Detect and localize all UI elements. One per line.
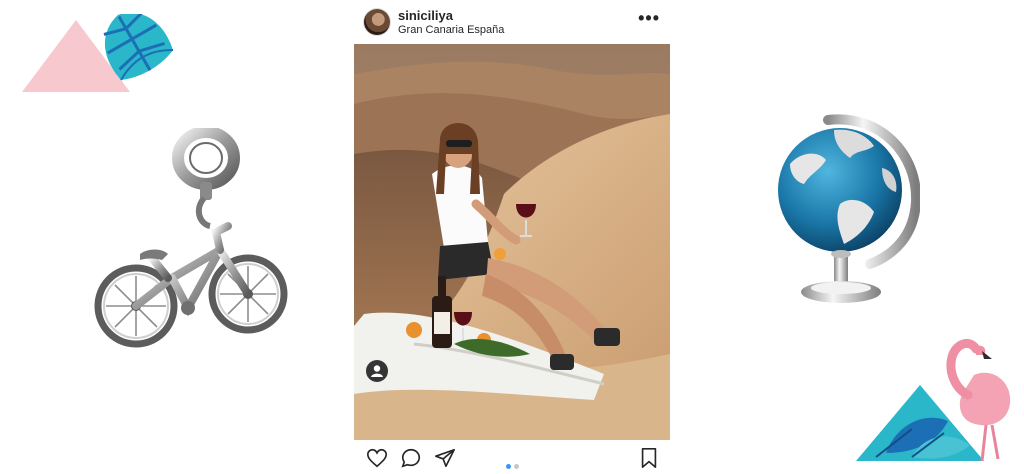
instagram-post: siniciliya Gran Canaria España ••• [354, 0, 670, 469]
bookmark-icon[interactable] [638, 447, 660, 469]
comment-icon[interactable] [400, 447, 422, 469]
user-tag-icon[interactable] [366, 360, 388, 382]
bicycle-charm-image [94, 128, 288, 348]
more-options-icon[interactable]: ••• [638, 8, 660, 29]
globe-charm-image [778, 114, 920, 303]
user-avatar[interactable] [364, 9, 390, 35]
paper-plane-icon[interactable] [434, 447, 456, 469]
post-action-bar [354, 440, 670, 469]
triangle-leaf-decoration [22, 14, 173, 92]
carousel-indicator [504, 456, 520, 474]
flamingo-leaf-decoration [856, 338, 1011, 462]
heart-icon[interactable] [366, 447, 388, 469]
post-username[interactable]: siniciliya [398, 8, 453, 23]
post-photo[interactable] [354, 44, 670, 440]
post-header: siniciliya Gran Canaria España ••• [354, 0, 670, 44]
post-location[interactable]: Gran Canaria España [398, 24, 504, 36]
